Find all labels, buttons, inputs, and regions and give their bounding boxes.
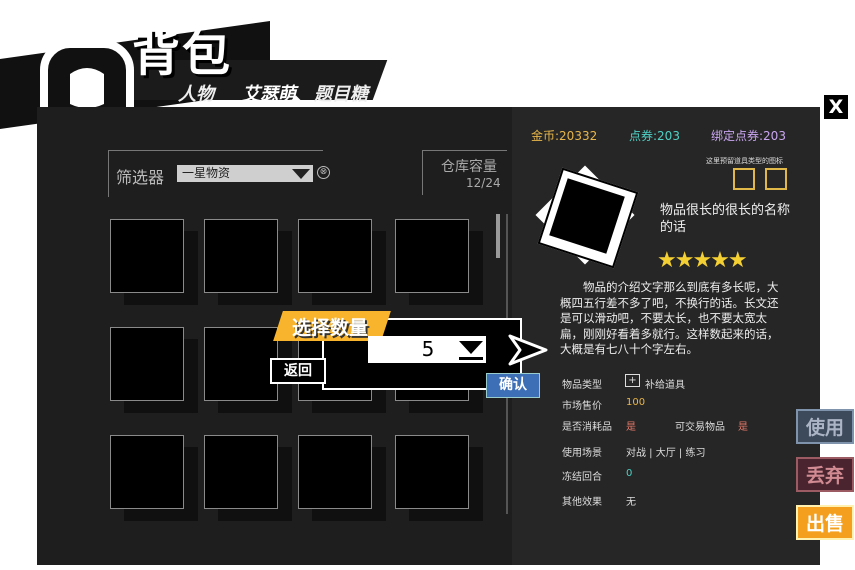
prop-value-tradable: 是 bbox=[738, 422, 748, 433]
pointer-arrow-icon bbox=[508, 334, 548, 366]
prop-key-effect: 其他效果 bbox=[562, 497, 602, 508]
item-description: 物品的介绍文字那么到底有多长呢，大概四五行差不多了吧，不换行的话。长文还是可以滑… bbox=[560, 280, 779, 356]
prop-key-type: 物品类型 bbox=[562, 380, 602, 391]
item-type-slot-icon bbox=[765, 168, 787, 190]
prop-value-freeze: 0 bbox=[626, 468, 633, 479]
inventory-slot[interactable] bbox=[110, 435, 184, 509]
prop-key-freeze: 冻结回合 bbox=[562, 472, 602, 483]
prop-value-effect: 无 bbox=[626, 497, 636, 508]
close-button[interactable]: X bbox=[822, 93, 850, 121]
inventory-slot[interactable] bbox=[298, 435, 372, 509]
type-icon-tip: 这里预留道具类型的图标 bbox=[706, 157, 783, 165]
scrollbar-thumb[interactable] bbox=[496, 214, 500, 258]
item-type-slot-icon bbox=[733, 168, 755, 190]
bound-points-currency: 绑定点券:203 bbox=[711, 129, 786, 143]
capacity-value: 12/24 bbox=[466, 176, 501, 190]
prop-key-tradable: 可交易物品 bbox=[675, 422, 725, 433]
discard-button[interactable]: 丢弃 bbox=[796, 457, 854, 492]
prop-value-type: 补给道具 bbox=[645, 380, 685, 391]
supply-plus-icon: + bbox=[625, 374, 640, 387]
confirm-button[interactable]: 确认 bbox=[486, 373, 540, 398]
inventory-slot[interactable] bbox=[298, 219, 372, 293]
prop-key-consumable: 是否消耗品 bbox=[562, 422, 612, 433]
points-currency: 点券:203 bbox=[629, 129, 680, 143]
gold-currency: 金币:20332 bbox=[531, 129, 598, 143]
prop-value-price: 100 bbox=[626, 397, 646, 408]
quantity-dropdown-icon[interactable] bbox=[459, 341, 483, 354]
clear-filter-icon[interactable]: ⊗ bbox=[317, 166, 330, 179]
prop-key-price: 市场售价 bbox=[562, 401, 602, 412]
inventory-slot[interactable] bbox=[204, 435, 278, 509]
quantity-dropdown-underline bbox=[459, 357, 483, 360]
back-button[interactable]: 返回 bbox=[270, 358, 326, 384]
dropdown-arrow-icon[interactable] bbox=[292, 169, 310, 179]
inventory-slot[interactable] bbox=[395, 219, 469, 293]
sell-button[interactable]: 出售 bbox=[796, 505, 854, 540]
inventory-slot[interactable] bbox=[204, 219, 278, 293]
prop-key-scene: 使用场景 bbox=[562, 448, 602, 459]
tab-question-candy[interactable]: 题目糖 bbox=[314, 80, 368, 106]
page-title: 背包 bbox=[132, 26, 233, 82]
inventory-slot[interactable] bbox=[110, 327, 184, 401]
use-button[interactable]: 使用 bbox=[796, 409, 854, 444]
dialog-title: 选择数量 bbox=[292, 317, 369, 339]
inventory-slot[interactable] bbox=[204, 327, 278, 401]
capacity-label: 仓库容量 bbox=[441, 159, 497, 175]
filter-label: 筛选器 bbox=[116, 168, 165, 187]
tab-character[interactable]: 人物 bbox=[178, 80, 214, 106]
inventory-slot[interactable] bbox=[395, 435, 469, 509]
item-name: 物品很长的很长的名称的话 bbox=[660, 203, 791, 235]
prop-value-scene: 对战 | 大厅 | 练习 bbox=[626, 448, 706, 459]
star-rating: ★★★★★ bbox=[657, 248, 748, 273]
inventory-slot[interactable] bbox=[110, 219, 184, 293]
prop-value-consumable: 是 bbox=[626, 422, 636, 433]
quantity-value: 5 bbox=[421, 337, 435, 361]
